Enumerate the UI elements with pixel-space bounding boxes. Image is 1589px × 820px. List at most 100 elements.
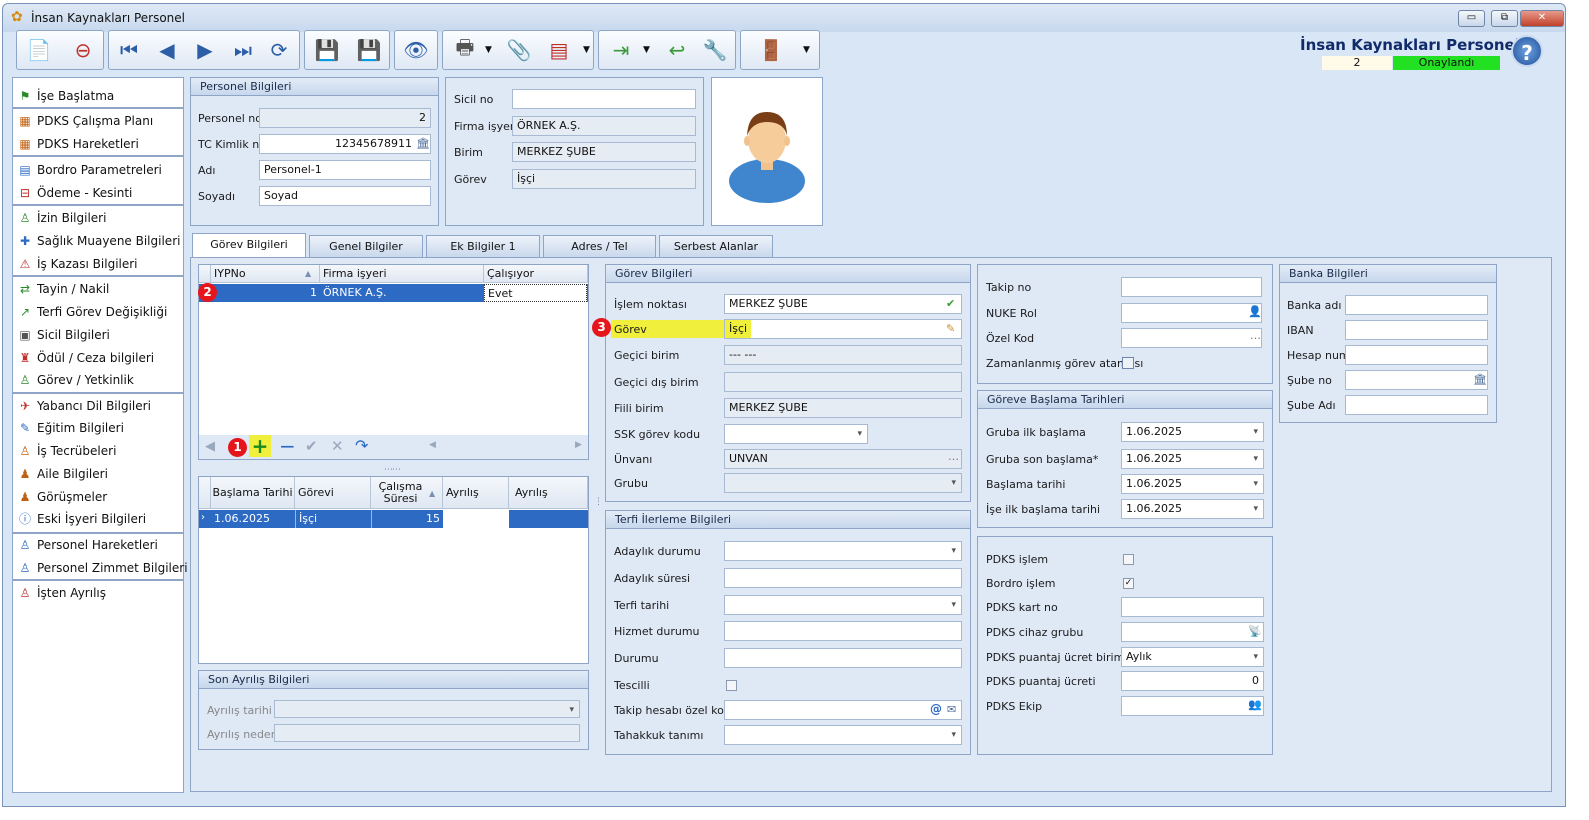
takip-no-field[interactable] bbox=[1121, 277, 1262, 297]
sidebar-item-19[interactable]: ⓘ Eski İşyeri Bilgileri bbox=[18, 508, 146, 530]
takip-hesabi-field[interactable] bbox=[724, 700, 962, 720]
durumu-field[interactable] bbox=[724, 648, 962, 668]
sidebar-item-7[interactable]: ✚ Sağlık Muayene Bilgileri bbox=[18, 230, 181, 252]
tab-1[interactable]: Görev Bilgileri bbox=[192, 233, 306, 257]
ellipsis-icon[interactable]: … bbox=[948, 450, 959, 463]
sicil-field[interactable] bbox=[512, 89, 696, 109]
pdf-export-icon[interactable]: ▤ bbox=[543, 35, 575, 65]
sidebar-item-3[interactable]: ▦ PDKS Hareketleri bbox=[18, 133, 138, 155]
scroll-right-icon[interactable]: ▶ bbox=[575, 440, 582, 450]
baslama-tarihi-date[interactable]: 1.06.2025 bbox=[1121, 474, 1264, 494]
maximize-button[interactable]: ⧉ bbox=[1491, 10, 1518, 27]
sidebar-item-12[interactable]: ♜ Ödül / Ceza bilgileri bbox=[18, 347, 155, 369]
hesap-num-field[interactable] bbox=[1345, 345, 1488, 365]
check-list-icon[interactable]: ✔ bbox=[946, 297, 955, 310]
refresh-icon[interactable]: ⟳ bbox=[263, 35, 295, 65]
next-record-icon[interactable]: ▶ bbox=[189, 35, 221, 65]
back-icon[interactable]: ↩ bbox=[661, 35, 693, 65]
sidebar-item-5[interactable]: ⊟ Ödeme - Kesinti bbox=[18, 182, 132, 204]
tab-4[interactable]: Adres / Tel bbox=[543, 235, 656, 257]
vertical-splitter-grip[interactable]: ⋮ bbox=[594, 498, 603, 507]
nuke-rol-field[interactable] bbox=[1121, 303, 1262, 323]
cell-ayrilis-tarihi[interactable] bbox=[443, 510, 509, 528]
tab-2[interactable]: Genel Bilgiler bbox=[309, 235, 423, 257]
user-icon[interactable]: 👤 bbox=[1248, 305, 1262, 318]
grid-header-baslama[interactable]: Başlama Tarihi bbox=[211, 477, 295, 509]
last-record-icon[interactable]: ⏭ bbox=[227, 35, 259, 65]
sidebar-item-15[interactable]: ✎ Eğitim Bilgileri bbox=[18, 417, 124, 439]
sidebar-item-2[interactable]: ▦ PDKS Çalışma Planı bbox=[18, 110, 153, 132]
sidebar-item-16[interactable]: ♙ İş Tecrübeleri bbox=[18, 440, 117, 462]
sidebar-item-11[interactable]: ▣ Sicil Bilgileri bbox=[18, 324, 110, 346]
import-icon[interactable]: ⇥ bbox=[605, 35, 637, 65]
hizmet-durumu-field[interactable] bbox=[724, 621, 962, 641]
edit-icon[interactable]: ✎ bbox=[946, 322, 955, 335]
pdks-cihaz-field[interactable] bbox=[1121, 622, 1264, 642]
adaylik-suresi-field[interactable] bbox=[724, 568, 962, 588]
nav-prev-icon[interactable]: ◀ bbox=[205, 439, 215, 454]
sidebar-item-17[interactable]: ♟ Aile Bilgileri bbox=[18, 463, 108, 485]
sidebar-item-8[interactable]: ⚠ İş Kazası Bilgileri bbox=[18, 253, 138, 275]
calendar-icon[interactable] bbox=[1122, 357, 1134, 369]
import-dropdown-icon[interactable]: ▼ bbox=[643, 45, 650, 55]
gruba-ilk-date[interactable]: 1.06.2025 bbox=[1121, 422, 1264, 442]
grubu-select[interactable] bbox=[724, 473, 962, 493]
tahakkuk-select[interactable] bbox=[724, 725, 962, 745]
grid-header-ayrilis-nedeni[interactable]: Ayrılış Nedeni bbox=[509, 477, 588, 530]
unvani-field[interactable]: UNVAN bbox=[724, 449, 962, 469]
pdf-dropdown-icon[interactable]: ▼ bbox=[583, 45, 590, 55]
grid-header-ayrilis-tarihi[interactable]: Ayrılış Tarihi bbox=[443, 477, 509, 530]
pdks-ucret-field[interactable]: 0 bbox=[1121, 671, 1264, 691]
grid-header-gorevi[interactable]: Görevi bbox=[295, 477, 371, 509]
bank-icon[interactable]: 🏛 bbox=[416, 137, 430, 150]
print-icon[interactable]: 🖶 bbox=[449, 35, 481, 65]
pdks-ucret-birimi-select[interactable]: Aylık bbox=[1121, 647, 1264, 667]
splitter-grip[interactable]: ⋯⋯ bbox=[384, 465, 401, 475]
close-button[interactable]: ✕ bbox=[1520, 10, 1564, 27]
soyadi-field[interactable]: Soyad bbox=[259, 186, 431, 206]
device-icon[interactable]: 📡 bbox=[1248, 625, 1262, 638]
tab-3[interactable]: Ek Bilgiler 1 bbox=[426, 235, 540, 257]
tescilli-checkbox[interactable] bbox=[726, 680, 737, 691]
sube-no-field[interactable] bbox=[1345, 370, 1488, 390]
team-icon[interactable]: 👥 bbox=[1248, 698, 1262, 711]
pdks-islem-checkbox[interactable] bbox=[1123, 554, 1134, 565]
at-sign-icon[interactable]: @ bbox=[930, 702, 942, 716]
ise-ilk-date[interactable]: 1.06.2025 bbox=[1121, 499, 1264, 519]
terfi-tarihi-select[interactable] bbox=[724, 595, 962, 615]
tc-field[interactable]: 12345678911 bbox=[259, 134, 431, 154]
ssk-gorev-kodu-select[interactable] bbox=[724, 424, 868, 444]
pdks-ekip-field[interactable] bbox=[1121, 696, 1264, 716]
sidebar-item-14[interactable]: ✈ Yabancı Dil Bilgileri bbox=[18, 395, 151, 417]
preview-icon[interactable]: 👁 bbox=[400, 35, 432, 65]
save-icon[interactable]: 💾 bbox=[311, 35, 343, 65]
sidebar-item-4[interactable]: ▤ Bordro Parametreleri bbox=[18, 159, 162, 181]
bank-icon[interactable]: 🏛 bbox=[1473, 373, 1487, 386]
gorev-field[interactable]: İşçi bbox=[724, 319, 962, 339]
previous-record-icon[interactable]: ◀ bbox=[151, 35, 183, 65]
confirm-icon[interactable]: ✔ bbox=[305, 437, 318, 455]
banka-adi-field[interactable] bbox=[1345, 295, 1488, 315]
sidebar-item-20[interactable]: ♙ Personel Hareketleri bbox=[18, 534, 158, 556]
photo-frame[interactable] bbox=[711, 77, 823, 226]
add-row-icon[interactable]: + bbox=[249, 435, 271, 457]
adaylik-durumu-select[interactable] bbox=[724, 541, 962, 561]
sidebar-item-21[interactable]: ♙ Personel Zimmet Bilgileri bbox=[18, 557, 188, 579]
iban-field[interactable] bbox=[1345, 320, 1488, 340]
exit-dropdown-icon[interactable]: ▼ bbox=[803, 45, 810, 55]
save-close-icon[interactable]: 💾 bbox=[353, 35, 385, 65]
ellipsis-icon[interactable]: … bbox=[1250, 329, 1261, 342]
sidebar-item-18[interactable]: ♟ Görüşmeler bbox=[18, 486, 108, 508]
attach-icon[interactable]: 📎 bbox=[503, 35, 535, 65]
pdks-kart-field[interactable] bbox=[1121, 597, 1264, 617]
grid-header-firma[interactable]: Firma işyeri bbox=[320, 265, 484, 283]
first-record-icon[interactable]: ⏮ bbox=[113, 35, 145, 65]
gruba-son-date[interactable]: 1.06.2025 bbox=[1121, 449, 1264, 469]
grid-header-iypno[interactable]: IYPNo bbox=[211, 265, 320, 283]
personel-no-field[interactable]: 2 bbox=[259, 108, 431, 128]
ozel-kod-field[interactable] bbox=[1121, 328, 1262, 348]
mail-settings-icon[interactable]: ✉ bbox=[947, 703, 956, 716]
sidebar-item-6[interactable]: ♙ İzin Bilgileri bbox=[18, 207, 107, 229]
undo-icon[interactable]: ↷ bbox=[355, 436, 368, 455]
cell-calisiyor[interactable]: Evet bbox=[484, 284, 587, 302]
